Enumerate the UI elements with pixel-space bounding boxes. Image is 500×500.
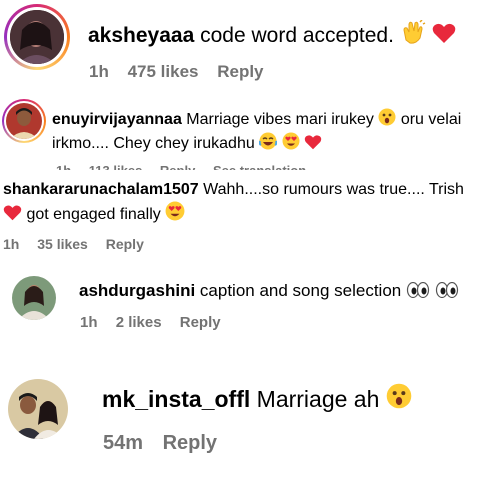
comment-text: mk_insta_offl Marriage ah [102,383,412,416]
username[interactable]: enuyirvijayannaa [52,111,182,128]
comment-text: shankararunachalam1507 Wahh....so rumour… [3,178,497,228]
timestamp: 1h [80,314,98,331]
likes-count[interactable]: 475 likes [128,62,199,81]
timestamp: 1h [89,62,109,81]
timestamp: 54m [103,432,144,454]
profile-photo [6,103,42,139]
reply-button[interactable]: Reply [217,62,263,81]
avatar-aksheyaaa[interactable] [4,4,70,70]
clapping-hands-icon [400,19,426,52]
likes-count[interactable]: 2 likes [116,314,162,331]
profile-photo [12,276,56,320]
reply-button[interactable]: Reply [106,236,144,252]
username[interactable]: mk_insta_offl [102,386,250,412]
eyes-icon [435,281,459,304]
eyes-icon [406,281,430,304]
comment-text: ashdurgashini caption and song selection [79,280,459,304]
comment-meta: 54m Reply [103,432,231,455]
comment-meta: 1h 2 likes Reply [80,314,235,331]
astonished-face-icon [378,108,396,132]
username[interactable]: shankararunachalam1507 [3,181,199,198]
heart-eyes-icon [165,201,185,228]
comment-text: enuyirvijayannaa Marriage vibes mari iru… [52,108,498,157]
timestamp: 1h [3,236,20,252]
comment-meta: 1h 475 likes Reply [89,62,278,82]
username[interactable]: ashdurgashini [79,281,195,300]
avatar-ashdurgashini[interactable] [12,276,56,320]
likes-count[interactable]: 35 likes [37,236,88,252]
reply-button[interactable]: Reply [163,432,217,454]
astonished-face-icon [386,383,412,416]
comment-meta: 1h 35 likes Reply [3,236,158,252]
avatar-mk-insta-offl[interactable] [8,379,68,439]
profile-photo [8,379,68,439]
heart-eyes-icon [282,132,300,156]
red-heart-icon [3,204,22,228]
profile-photo [10,10,64,64]
red-heart-icon [304,134,322,156]
username[interactable]: aksheyaaa [88,24,194,47]
red-heart-icon [432,22,456,52]
comment-text: aksheyaaa code word accepted. [88,19,456,52]
reply-button[interactable]: Reply [180,314,221,331]
avatar-enuyirvijayannaa[interactable] [2,99,46,143]
laughing-tears-icon [258,132,278,156]
